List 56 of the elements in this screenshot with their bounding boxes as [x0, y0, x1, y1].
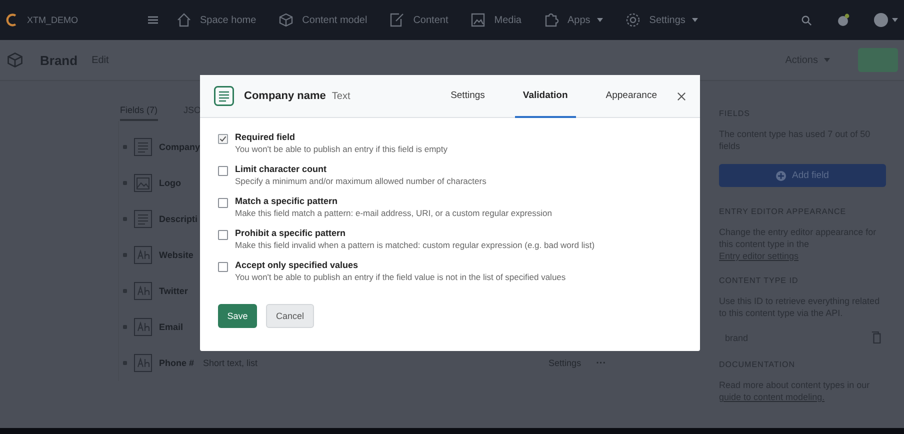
checkbox[interactable] [218, 198, 228, 208]
checkbox-label[interactable]: Required field [235, 132, 448, 143]
nav-link[interactable]: Content model [278, 12, 368, 28]
house-icon [176, 12, 192, 28]
checkbox[interactable] [218, 262, 228, 272]
nav-link[interactable]: Content [389, 12, 448, 28]
edit-icon [389, 12, 406, 28]
logo-icon [5, 13, 19, 27]
image-icon [470, 12, 486, 28]
help-text: You won't be able to publish an entry if this field is empty [235, 143, 448, 156]
checkbox[interactable] [218, 166, 228, 176]
close-icon[interactable] [677, 92, 686, 100]
checkbox[interactable] [218, 230, 228, 240]
checkbox-label[interactable]: Match a specific pattern [235, 196, 552, 207]
short-text-icon [134, 282, 152, 300]
cancel-button[interactable]: Cancel [266, 304, 314, 328]
short-text-icon [134, 354, 152, 372]
dialog-title: Company name [244, 90, 326, 102]
checkbox-label[interactable]: Accept only specified values [235, 260, 566, 271]
caret-icon [824, 58, 830, 62]
tab[interactable]: Validation [514, 74, 576, 118]
checkbox[interactable] [218, 134, 228, 144]
cube-icon [278, 12, 294, 28]
paragraph-icon [134, 210, 152, 228]
caret-icon[interactable] [892, 18, 898, 22]
checkbox-label[interactable]: Limit character count [235, 164, 486, 175]
help-text: Make this field invalid when a pattern is matched: custom regular expression (e.g. bad word list) [235, 239, 595, 252]
short-text-icon [134, 318, 152, 336]
save-button[interactable]: Save [218, 304, 257, 328]
plus-icon [776, 170, 786, 180]
paragraph-icon [214, 86, 234, 106]
add-field-button[interactable]: Add field [719, 164, 886, 187]
more-button[interactable]: ··· [596, 358, 606, 368]
short-text-icon [134, 246, 152, 264]
field-type: Text [332, 90, 350, 102]
help-text: You won't be able to publish an entry if the field value is not in the list of specified values [235, 271, 566, 284]
nav-link[interactable]: Media [470, 12, 522, 28]
help-text: Make this field match a pattern: e-mail address, URI, or a custom regular expression [235, 207, 552, 220]
tab[interactable]: Settings [442, 74, 493, 118]
avatar[interactable] [874, 13, 888, 27]
paragraph-icon [134, 138, 152, 156]
search-icon[interactable] [801, 14, 812, 26]
nav-link[interactable]: Space home [176, 12, 256, 28]
puzzle-icon [543, 12, 560, 28]
copy-icon[interactable] [871, 331, 882, 344]
help-text: Specify a minimum and/or maximum allowed number of characters [235, 175, 486, 188]
tab[interactable]: Appearance [598, 74, 665, 118]
cube-icon [6, 51, 24, 69]
settings-icon [625, 12, 642, 28]
menu-icon[interactable] [148, 16, 158, 24]
space-name[interactable]: XTM_DEMO [27, 15, 78, 25]
nav-link[interactable]: Settings [625, 12, 698, 28]
checkbox-label[interactable]: Prohibit a specific pattern [235, 228, 595, 239]
nav-link[interactable]: Apps [543, 12, 604, 28]
image-icon [134, 174, 152, 192]
notification-icon[interactable] [836, 13, 850, 27]
